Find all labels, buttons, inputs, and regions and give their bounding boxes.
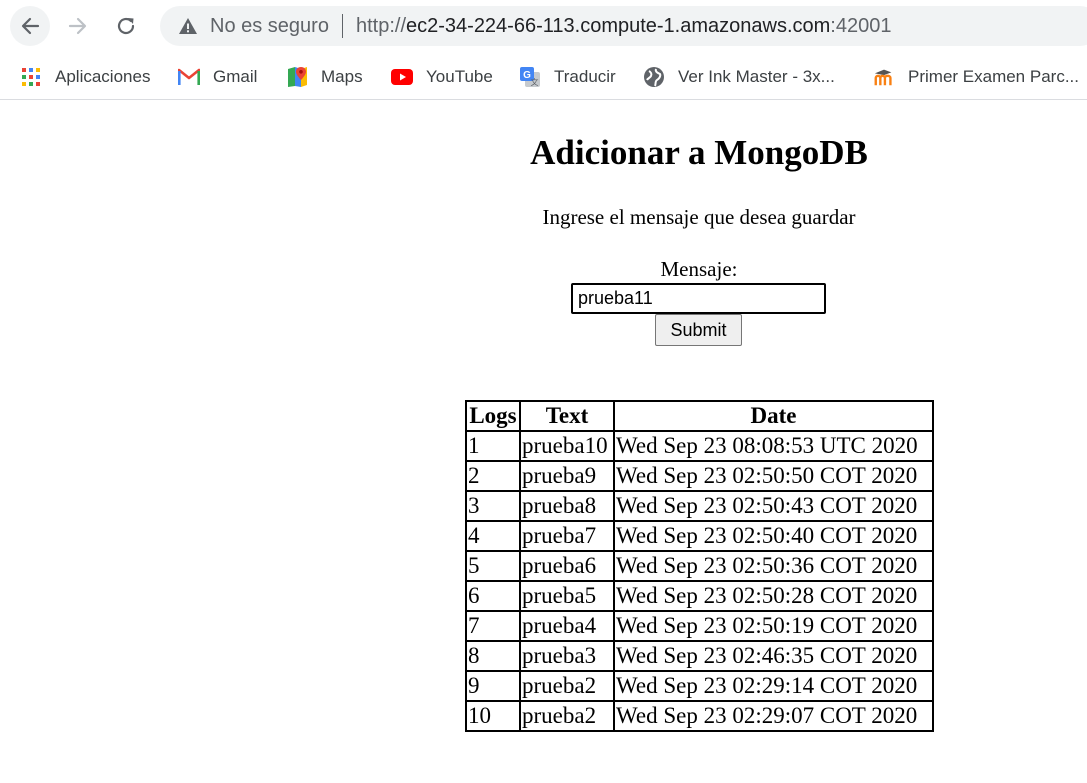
bookmark-gmail[interactable]: Gmail: [178, 62, 257, 92]
logs-table: Logs Text Date 1 prueba10 Wed Sep 23 08:…: [465, 400, 934, 732]
cell-log: 7: [466, 611, 520, 641]
bookmark-label: Gmail: [213, 67, 258, 86]
page-content: Adicionar a MongoDB Ingrese el mensaje q…: [0, 101, 1087, 783]
cell-date: Wed Sep 23 02:29:07 COT 2020: [614, 701, 933, 731]
url-port: :42001: [830, 14, 892, 37]
globe-icon: [643, 66, 665, 88]
cell-log: 6: [466, 581, 520, 611]
address-bar[interactable]: No es seguro http://ec2-34-224-66-113.co…: [160, 6, 1087, 46]
bookmark-label: Ver Ink Master - 3x...: [678, 67, 835, 86]
bookmark-label: Primer Examen Parc...: [908, 67, 1079, 86]
cell-log: 10: [466, 701, 520, 731]
cell-date: Wed Sep 23 02:50:50 COT 2020: [614, 461, 933, 491]
table-row: 3 prueba8 Wed Sep 23 02:50:43 COT 2020: [466, 491, 933, 521]
bookmark-maps[interactable]: Maps: [286, 62, 363, 92]
browser-toolbar: No es seguro http://ec2-34-224-66-113.co…: [0, 0, 1087, 54]
forward-arrow-icon: [68, 17, 87, 35]
header-text: Text: [520, 401, 614, 431]
header-logs: Logs: [466, 401, 520, 431]
back-button[interactable]: [10, 6, 50, 46]
cell-text: prueba9: [520, 461, 614, 491]
url-scheme: http://: [355, 14, 406, 37]
forward-button[interactable]: [58, 6, 98, 46]
table-row: 9 prueba2 Wed Sep 23 02:29:14 COT 2020: [466, 671, 933, 701]
url-text[interactable]: http://ec2-34-224-66-113.compute-1.amazo…: [356, 15, 892, 38]
cell-date: Wed Sep 23 02:29:14 COT 2020: [614, 671, 933, 701]
table-row: 4 prueba7 Wed Sep 23 02:50:40 COT 2020: [466, 521, 933, 551]
bookmark-youtube[interactable]: YouTube: [391, 62, 493, 92]
page-title: Adicionar a MongoDB: [530, 133, 868, 172]
maps-icon: [286, 66, 308, 88]
security-label[interactable]: No es seguro: [210, 15, 329, 38]
cell-log: 8: [466, 641, 520, 671]
cell-text: prueba8: [520, 491, 614, 521]
table-row: 1 prueba10 Wed Sep 23 08:08:53 UTC 2020: [466, 431, 933, 461]
cell-date: Wed Sep 23 08:08:53 UTC 2020: [614, 431, 933, 461]
youtube-icon: [391, 66, 413, 88]
table-header-row: Logs Text Date: [466, 401, 933, 431]
cell-date: Wed Sep 23 02:46:35 COT 2020: [614, 641, 933, 671]
cell-text: prueba7: [520, 521, 614, 551]
cell-date: Wed Sep 23 02:50:43 COT 2020: [614, 491, 933, 521]
cell-text: prueba2: [520, 701, 614, 731]
bookmarks-bar: Aplicaciones Gmail Maps YouTube G 文 Trad…: [0, 54, 1087, 100]
cell-text: prueba10: [520, 431, 614, 461]
cell-log: 2: [466, 461, 520, 491]
cell-log: 1: [466, 431, 520, 461]
cell-date: Wed Sep 23 02:50:36 COT 2020: [614, 551, 933, 581]
bookmark-primer-examen[interactable]: Primer Examen Parc...: [873, 62, 1079, 92]
cell-text: prueba2: [520, 671, 614, 701]
moodle-icon: [873, 66, 895, 88]
reload-icon: [117, 17, 135, 35]
cell-date: Wed Sep 23 02:50:19 COT 2020: [614, 611, 933, 641]
translate-icon: G 文: [519, 66, 541, 88]
cell-log: 5: [466, 551, 520, 581]
warning-triangle-icon: [178, 16, 198, 36]
bookmark-label: Traducir: [554, 67, 616, 86]
cell-text: prueba6: [520, 551, 614, 581]
cell-log: 9: [466, 671, 520, 701]
table-row: 2 prueba9 Wed Sep 23 02:50:50 COT 2020: [466, 461, 933, 491]
table-row: 8 prueba3 Wed Sep 23 02:46:35 COT 2020: [466, 641, 933, 671]
reload-button[interactable]: [106, 6, 146, 46]
table-row: 10 prueba2 Wed Sep 23 02:29:07 COT 2020: [466, 701, 933, 731]
omnibox-divider: [341, 14, 343, 38]
bookmark-aplicaciones[interactable]: Aplicaciones: [20, 62, 150, 92]
cell-date: Wed Sep 23 02:50:28 COT 2020: [614, 581, 933, 611]
submit-button[interactable]: Submit: [655, 314, 742, 346]
back-arrow-icon: [21, 17, 40, 35]
url-host: ec2-34-224-66-113.compute-1.amazonaws.co…: [406, 14, 831, 37]
table-row: 7 prueba4 Wed Sep 23 02:50:19 COT 2020: [466, 611, 933, 641]
cell-text: prueba4: [520, 611, 614, 641]
message-input[interactable]: [571, 283, 826, 314]
bookmark-label: YouTube: [426, 67, 493, 86]
message-label: Mensaje:: [660, 257, 738, 281]
svg-text:文: 文: [531, 77, 539, 87]
bookmark-label: Maps: [321, 67, 363, 86]
bookmark-ink-master[interactable]: Ver Ink Master - 3x...: [643, 62, 835, 92]
cell-date: Wed Sep 23 02:50:40 COT 2020: [614, 521, 933, 551]
page-subtitle: Ingrese el mensaje que desea guardar: [542, 205, 856, 229]
bookmark-traducir[interactable]: G 文 Traducir: [519, 62, 616, 92]
cell-log: 3: [466, 491, 520, 521]
header-date: Date: [614, 401, 933, 431]
cell-log: 4: [466, 521, 520, 551]
cell-text: prueba5: [520, 581, 614, 611]
apps-grid-icon: [20, 66, 42, 88]
table-row: 5 prueba6 Wed Sep 23 02:50:36 COT 2020: [466, 551, 933, 581]
cell-text: prueba3: [520, 641, 614, 671]
bookmark-label: Aplicaciones: [55, 67, 151, 86]
gmail-icon: [178, 66, 200, 88]
table-row: 6 prueba5 Wed Sep 23 02:50:28 COT 2020: [466, 581, 933, 611]
